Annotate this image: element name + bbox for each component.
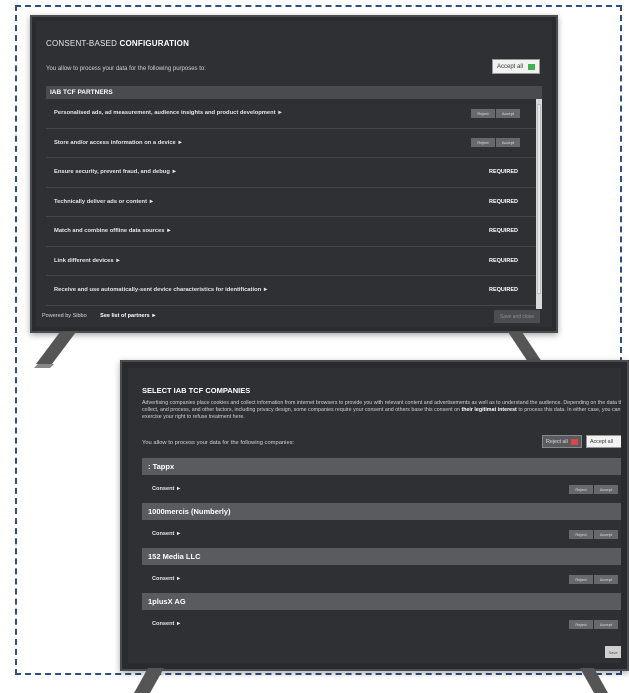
tv-stand-left	[34, 332, 76, 368]
save-button[interactable]: Save	[605, 646, 621, 658]
purpose-row[interactable]: Match and combine offline data sources ►…	[46, 217, 536, 247]
powered-by: Powered by Sibbo	[42, 313, 87, 319]
save-and-close-button[interactable]: Save and close	[494, 310, 540, 323]
purpose-list: Personalised ads, ad measurement, audien…	[46, 99, 536, 309]
reject-button[interactable]: Reject	[471, 108, 495, 118]
accept-button[interactable]: Accept	[594, 619, 618, 629]
reject-all-button[interactable]: Reject all	[542, 435, 582, 448]
purpose-row[interactable]: Receive and use automatically-sent devic…	[46, 276, 536, 306]
consent-label[interactable]: Consent ►	[152, 486, 181, 492]
required-badge: REQUIRED	[488, 198, 518, 205]
purpose-row[interactable]: Ensure security, prevent fraud, and debu…	[46, 158, 536, 188]
purpose-label[interactable]: Personalised ads, ad measurement, audien…	[54, 110, 283, 116]
reject-accept-toggle: Reject Accept	[568, 619, 618, 629]
company-consent-row: Consent ► Reject Accept	[142, 610, 621, 638]
purpose-label[interactable]: Match and combine offline data sources ►	[54, 228, 172, 234]
purpose-label[interactable]: Store and/or access information on a dev…	[54, 140, 183, 146]
reject-button[interactable]: Reject	[569, 619, 593, 629]
accept-all-label: Accept all	[590, 438, 613, 445]
reject-accept-toggle: Reject Accept	[470, 108, 520, 118]
tv-top: CONSENT-BASED CONFIGURATION You allow to…	[30, 15, 558, 333]
purpose-row[interactable]: Link different devices ► REQUIRED	[46, 247, 536, 276]
toggle-on-icon	[528, 64, 535, 70]
consent-configuration-screen: CONSENT-BASED CONFIGURATION You allow to…	[36, 21, 552, 327]
footer: Powered by Sibbo See list of partners ►	[42, 313, 157, 319]
company-consent-row: Consent ► Reject Accept	[142, 475, 621, 503]
companies-description: Advertising companies place cookies and …	[142, 400, 621, 420]
reject-accept-toggle: Reject Accept	[568, 484, 618, 494]
company-consent-row: Consent ► Reject Accept	[142, 565, 621, 593]
purpose-row[interactable]: Personalised ads, ad measurement, audien…	[46, 99, 536, 129]
accept-button[interactable]: Accept	[496, 108, 520, 118]
company-name: 1000mercis (Numberly)	[142, 503, 621, 520]
page-title: SELECT IAB TCF COMPANIES	[142, 386, 251, 395]
required-badge: REQUIRED	[488, 169, 518, 176]
purpose-label[interactable]: Link different devices ►	[54, 258, 121, 264]
accept-button[interactable]: Accept	[594, 484, 618, 494]
accept-all-label: Accept all	[497, 63, 524, 70]
required-badge: REQUIRED	[488, 287, 518, 294]
company-name: : Tappx	[142, 458, 621, 475]
scrollbar-thumb[interactable]	[537, 104, 541, 294]
tv-stand-right	[580, 668, 608, 693]
accept-all-button[interactable]: Accept all	[492, 59, 540, 74]
reject-all-label: Reject all	[546, 438, 568, 445]
consent-label[interactable]: Consent ►	[152, 531, 181, 537]
company-consent-row: Consent ► Reject Accept	[142, 520, 621, 548]
accept-all-button[interactable]: Accept all	[586, 435, 621, 448]
tv-bottom: SELECT IAB TCF COMPANIES Advertising com…	[120, 360, 629, 671]
toggle-off-icon	[571, 439, 578, 445]
reject-accept-toggle: Reject Accept	[470, 138, 520, 148]
reject-accept-toggle: Reject Accept	[568, 574, 618, 584]
purpose-label[interactable]: Receive and use automatically-sent devic…	[54, 287, 269, 293]
scrollbar[interactable]	[536, 99, 542, 309]
purpose-label[interactable]: Technically deliver ads or content ►	[54, 199, 154, 205]
purpose-label[interactable]: Ensure security, prevent fraud, and debu…	[54, 169, 177, 175]
purpose-row[interactable]: Store and/or access information on a dev…	[46, 129, 536, 158]
reject-button[interactable]: Reject	[471, 138, 495, 148]
reject-button[interactable]: Reject	[569, 574, 593, 584]
purpose-row[interactable]: Technically deliver ads or content ► REQU…	[46, 188, 536, 217]
accept-button[interactable]: Accept	[496, 138, 520, 148]
reject-button[interactable]: Reject	[569, 484, 593, 494]
required-badge: REQUIRED	[488, 228, 518, 235]
see-partners-link[interactable]: See list of partners ►	[100, 313, 157, 319]
required-badge: REQUIRED	[488, 257, 518, 264]
company-list: : Tappx Consent ► Reject Accept 1000mercis (…	[142, 458, 621, 638]
purposes-subtitle: You allow to process your data for the f…	[46, 66, 206, 72]
accept-button[interactable]: Accept	[594, 574, 618, 584]
accept-button[interactable]: Accept	[594, 529, 618, 539]
consent-label[interactable]: Consent ►	[152, 576, 181, 582]
reject-button[interactable]: Reject	[569, 529, 593, 539]
page-title: CONSENT-BASED CONFIGURATION	[46, 39, 190, 48]
companies-subtitle: You allow to process your data for the f…	[142, 440, 295, 446]
company-name: 152 Media LLC	[142, 548, 621, 565]
iab-tcf-partners-header: IAB TCF PARTNERS	[46, 86, 542, 99]
select-companies-screen: SELECT IAB TCF COMPANIES Advertising com…	[128, 368, 621, 663]
tv-stand-left	[134, 668, 164, 693]
reject-accept-toggle: Reject Accept	[568, 529, 618, 539]
consent-label[interactable]: Consent ►	[152, 621, 181, 627]
company-name: 1plusX AG	[142, 593, 621, 610]
